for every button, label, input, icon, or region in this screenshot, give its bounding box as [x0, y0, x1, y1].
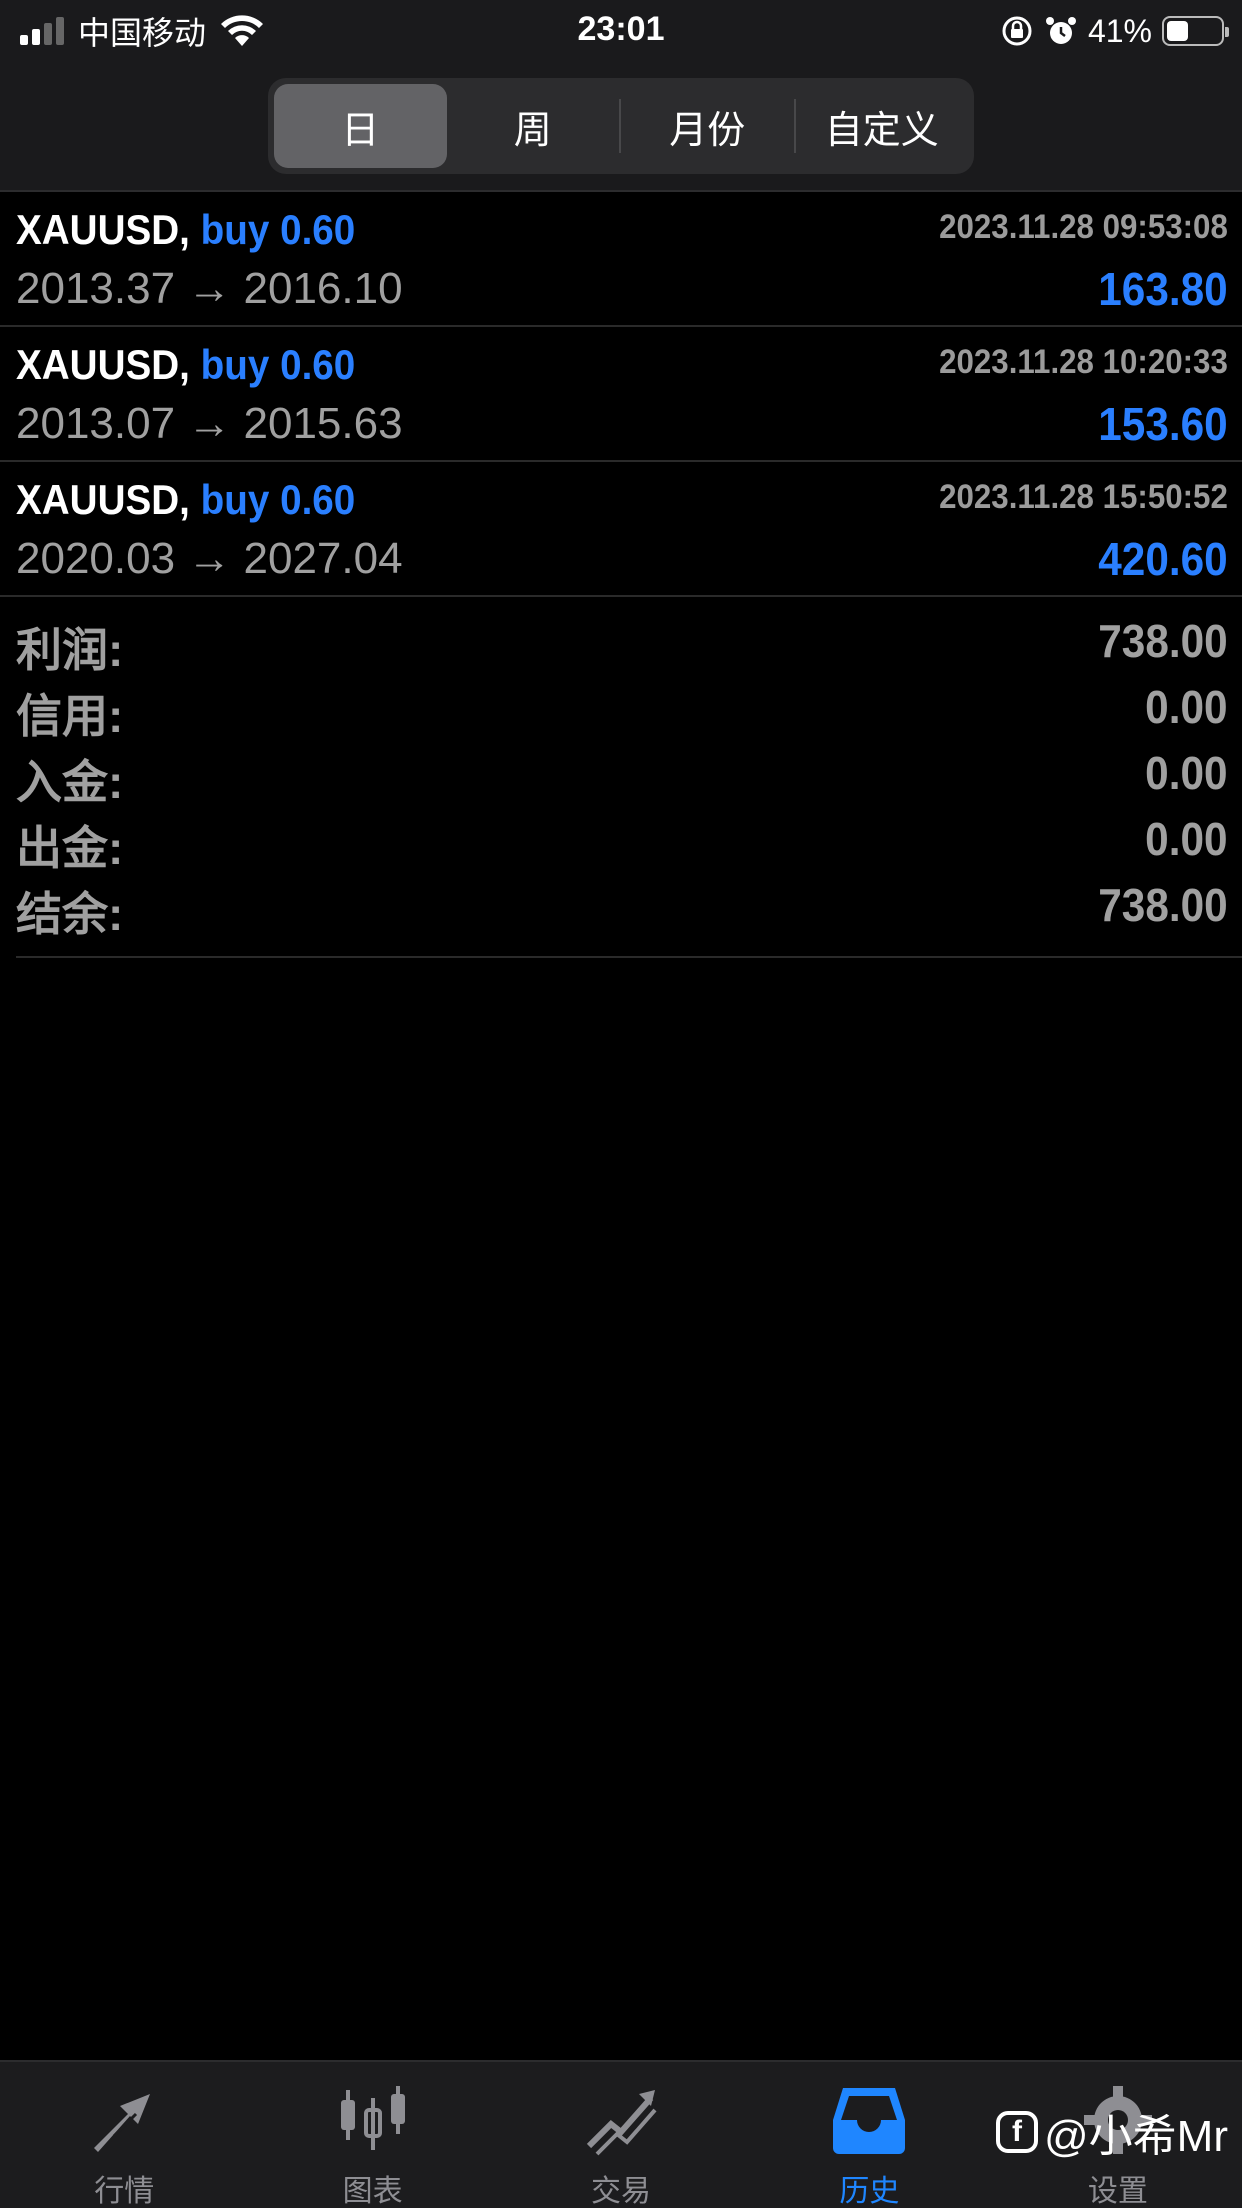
tab-quotes[interactable]: 行情 — [0, 2062, 248, 2208]
status-bar-right: 41% — [1000, 10, 1229, 52]
watermark: f @小希Mr — [996, 2100, 1228, 2164]
summary-label: 结余: — [16, 888, 124, 940]
account-summary: 利润: 738.00 信用: 0.00 入金: 0.00 出金: 0.00 结余… — [0, 608, 1242, 940]
tab-label: 行情 — [94, 2175, 155, 2208]
quotes-icon — [94, 2094, 151, 2152]
tab-custom[interactable]: 自定义 — [796, 84, 969, 168]
summary-value: 738.00 — [1098, 615, 1228, 667]
summary-row-deposit: 入金: 0.00 — [0, 740, 1242, 808]
summary-label: 利润: — [16, 624, 124, 676]
history-icon — [833, 2088, 906, 2154]
trade-row[interactable]: XAUUSD, buy 0.60 2023.11.28 15:50:52 202… — [0, 462, 1242, 597]
tab-week[interactable]: 周 — [447, 84, 620, 168]
trade-time: 2023.11.28 15:50:52 — [939, 478, 1228, 516]
tab-label: 图表 — [342, 2175, 403, 2208]
summary-value: 0.00 — [1145, 747, 1228, 799]
tab-label: 设置 — [1087, 2175, 1148, 2208]
trade-prices: 2013.37 → 2016.10 — [16, 264, 403, 313]
trade-profit: 163.80 — [1098, 263, 1228, 315]
trade-symbol: XAUUSD, — [16, 476, 190, 523]
summary-row-credit: 信用: 0.00 — [0, 674, 1242, 742]
trade-side-volume: buy 0.60 — [200, 476, 356, 523]
tab-month[interactable]: 月份 — [621, 84, 794, 168]
trade-prices: 2020.03 → 2027.04 — [16, 534, 403, 583]
trade-symbol: XAUUSD, — [16, 341, 190, 388]
summary-row-withdrawal: 出金: 0.00 — [0, 806, 1242, 874]
watermark-text: @小希Mr — [1044, 2112, 1228, 2161]
status-bar: 中国移动 23:01 41% — [0, 0, 1242, 62]
summary-row-balance: 结余: 738.00 — [0, 872, 1242, 940]
facebook-icon: f — [996, 2111, 1039, 2153]
tab-history[interactable]: 历史 — [745, 2062, 993, 2208]
trade-side-volume: buy 0.60 — [200, 206, 356, 253]
period-segmented-control: 日 周 月份 自定义 — [268, 78, 974, 174]
battery-icon — [1162, 16, 1229, 46]
tab-label: 历史 — [839, 2175, 900, 2208]
summary-divider — [16, 956, 1242, 958]
trade-symbol-line: XAUUSD, buy 0.60 — [16, 476, 355, 524]
trade-symbol-line: XAUUSD, buy 0.60 — [16, 206, 355, 254]
battery-percent: 41% — [1087, 12, 1152, 49]
trade-row[interactable]: XAUUSD, buy 0.60 2023.11.28 10:20:33 201… — [0, 327, 1242, 462]
tab-label: 交易 — [591, 2175, 652, 2208]
tab-charts[interactable]: 图表 — [248, 2062, 496, 2208]
summary-label: 出金: — [16, 822, 124, 874]
chart-icon — [340, 2086, 405, 2150]
summary-label: 信用: — [16, 690, 124, 742]
trade-prices: 2013.07 → 2015.63 — [16, 399, 403, 448]
trade-time: 2023.11.28 10:20:33 — [939, 343, 1228, 381]
trade-row[interactable]: XAUUSD, buy 0.60 2023.11.28 09:53:08 201… — [0, 192, 1242, 327]
rotation-lock-icon — [1002, 16, 1032, 46]
history-header: 日 周 月份 自定义 — [0, 62, 1242, 192]
trade-history-list: XAUUSD, buy 0.60 2023.11.28 09:53:08 201… — [0, 192, 1242, 597]
summary-label: 入金: — [16, 756, 124, 808]
tab-day[interactable]: 日 — [274, 84, 447, 168]
trade-symbol-line: XAUUSD, buy 0.60 — [16, 341, 355, 389]
trade-profit: 153.60 — [1098, 398, 1228, 450]
trade-icon — [586, 2090, 657, 2156]
summary-value: 738.00 — [1098, 879, 1228, 931]
alarm-icon — [1045, 17, 1076, 44]
summary-value: 0.00 — [1145, 681, 1228, 733]
trade-side-volume: buy 0.60 — [200, 341, 356, 388]
trade-time: 2023.11.28 09:53:08 — [939, 208, 1228, 246]
summary-value: 0.00 — [1145, 813, 1228, 865]
tab-trade[interactable]: 交易 — [497, 2062, 745, 2208]
trade-profit: 420.60 — [1098, 533, 1228, 585]
trade-symbol: XAUUSD, — [16, 206, 190, 253]
summary-row-profit: 利润: 738.00 — [0, 608, 1242, 676]
